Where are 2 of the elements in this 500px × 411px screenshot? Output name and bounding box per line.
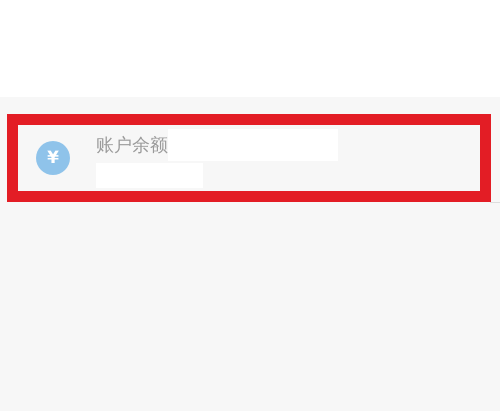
balance-label: 账户余额 [96, 134, 168, 156]
yen-icon: ¥ [36, 141, 70, 175]
